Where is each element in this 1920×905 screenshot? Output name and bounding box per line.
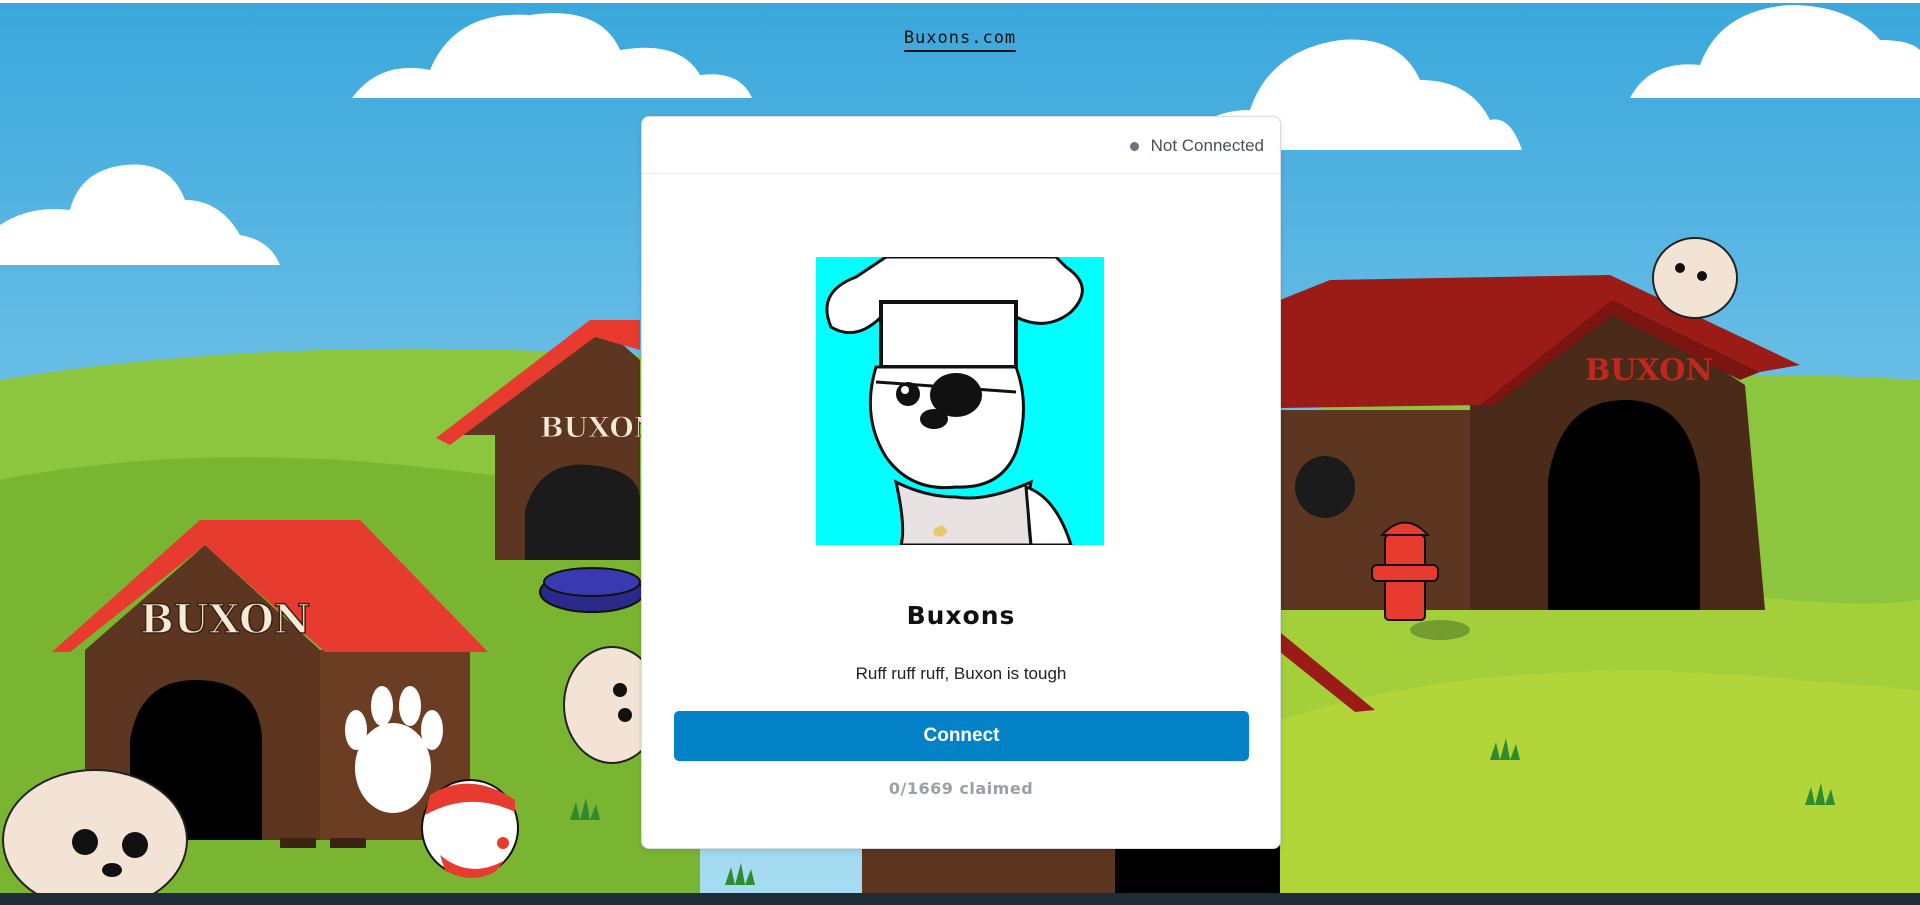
beach-ball-icon (421, 779, 519, 879)
svg-text:BUXON: BUXON (1585, 353, 1713, 388)
connect-button[interactable]: Connect (674, 711, 1249, 761)
collection-description: Ruff ruff ruff, Buxon is tough (855, 664, 1067, 683)
site-home-link[interactable]: Buxons.com (903, 28, 1017, 52)
mint-card: Not Connected Buxons Ruff ruff ruff, Bux… (641, 116, 1281, 849)
claimed-counter: 0/1669 claimed (888, 779, 1034, 798)
site-header: Buxons.com (0, 28, 1920, 52)
connection-status: Not Connected (1129, 136, 1264, 156)
puppy-face-left (2, 769, 188, 905)
connection-status-label: Not Connected (1150, 136, 1264, 155)
dog-chef-illustration (816, 257, 1104, 545)
svg-text:BUXON: BUXON (140, 596, 310, 643)
collection-title: Buxons (906, 601, 1016, 630)
taskbar-strip (0, 893, 1920, 905)
status-dot-icon (1129, 141, 1139, 151)
puppy-face-roof (1652, 237, 1738, 319)
card-header: Not Connected (642, 117, 1280, 174)
nft-preview-image (816, 257, 1104, 545)
